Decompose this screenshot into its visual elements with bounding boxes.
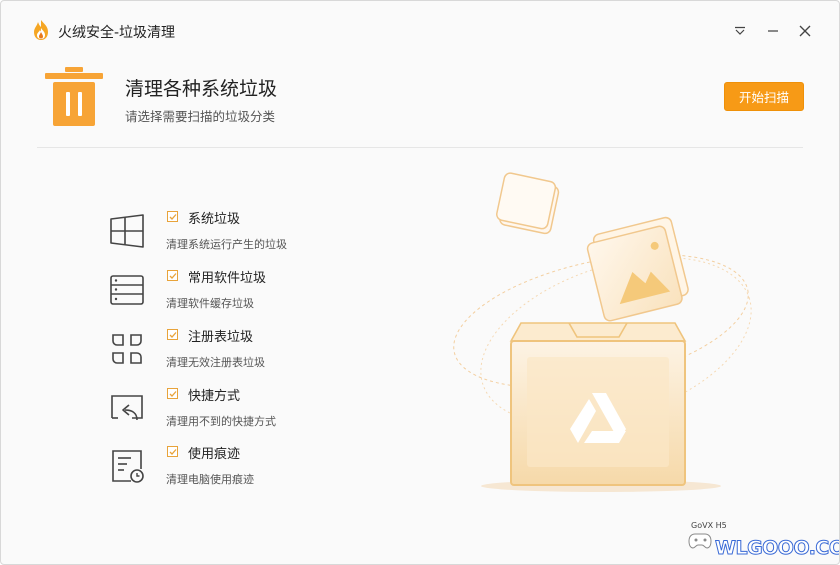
registry-icon bbox=[112, 334, 142, 364]
software-list-icon bbox=[110, 275, 144, 305]
category-label: 注册表垃圾 bbox=[188, 330, 254, 345]
trash-can-icon bbox=[45, 67, 103, 126]
page-subtitle: 请选择需要扫描的垃圾分类 bbox=[125, 109, 276, 124]
close-button[interactable] bbox=[793, 19, 817, 43]
cleanup-illustration bbox=[453, 172, 752, 492]
app-window: 火绒安全-垃圾清理 清理各种系统垃圾 请选择需要扫描的垃圾分类 开始扫描 系统垃… bbox=[0, 0, 840, 565]
category-software-junk: 常用软件垃圾 清理软件缓存垃圾 bbox=[109, 270, 409, 320]
title-bar: 火绒安全-垃圾清理 bbox=[1, 1, 839, 59]
watermark-small-text: GoVX H5 bbox=[691, 521, 727, 530]
windows-icon bbox=[110, 214, 144, 248]
category-label: 快捷方式 bbox=[188, 389, 241, 404]
category-desc: 清理系统运行产生的垃圾 bbox=[166, 238, 287, 251]
close-icon bbox=[799, 25, 811, 37]
category-registry-junk: 注册表垃圾 清理无效注册表垃圾 bbox=[109, 329, 409, 379]
category-usage-traces: 使用痕迹 清理电脑使用痕迹 bbox=[109, 446, 409, 496]
shortcut-icon bbox=[111, 395, 143, 421]
category-shortcuts: 快捷方式 清理用不到的快捷方式 bbox=[109, 388, 409, 438]
huorong-logo-icon bbox=[34, 20, 48, 40]
menu-icon bbox=[735, 26, 745, 35]
header-divider bbox=[37, 147, 803, 148]
category-desc: 清理电脑使用痕迹 bbox=[166, 473, 254, 486]
checkbox-registry-junk[interactable] bbox=[167, 329, 178, 340]
checkbox-system-junk[interactable] bbox=[167, 211, 178, 222]
category-desc: 清理用不到的快捷方式 bbox=[166, 415, 276, 428]
category-label: 系统垃圾 bbox=[188, 212, 241, 227]
checkbox-usage-traces[interactable] bbox=[167, 446, 178, 457]
watermark-text: WLGOOO.COM bbox=[715, 537, 839, 560]
checkbox-software-junk[interactable] bbox=[167, 270, 178, 281]
category-desc: 清理无效注册表垃圾 bbox=[166, 356, 265, 369]
page-title: 清理各种系统垃圾 bbox=[125, 78, 278, 100]
window-title: 火绒安全-垃圾清理 bbox=[58, 25, 176, 41]
category-label: 常用软件垃圾 bbox=[188, 271, 267, 286]
checkbox-shortcuts[interactable] bbox=[167, 388, 178, 399]
minimize-button[interactable] bbox=[761, 19, 785, 43]
category-label: 使用痕迹 bbox=[188, 447, 241, 462]
start-scan-button[interactable]: 开始扫描 bbox=[724, 82, 804, 111]
category-system-junk: 系统垃圾 清理系统运行产生的垃圾 bbox=[109, 211, 409, 261]
usage-trace-icon bbox=[112, 450, 144, 483]
minimize-icon bbox=[768, 30, 778, 32]
category-desc: 清理软件缓存垃圾 bbox=[166, 297, 254, 310]
menu-button[interactable] bbox=[728, 19, 752, 43]
